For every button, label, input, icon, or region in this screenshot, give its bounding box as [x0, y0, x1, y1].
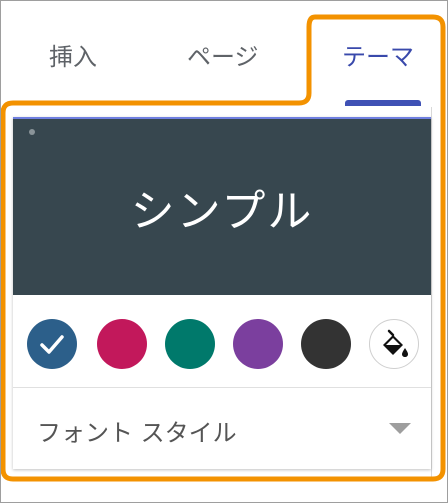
- paint-bucket-icon: [383, 329, 408, 357]
- color-swatch-dark-gray[interactable]: [301, 319, 351, 369]
- color-swatch-purple[interactable]: [233, 319, 283, 369]
- color-swatch-magenta[interactable]: [97, 319, 147, 369]
- theme-preview[interactable]: シンプル: [13, 117, 431, 295]
- tab-theme[interactable]: テーマ: [342, 37, 414, 72]
- checkmark-icon: [40, 335, 64, 354]
- theme-settings-window: 挿入 ページ テーマ シンプル フォント スタイル: [0, 0, 448, 503]
- preview-dot-icon: [29, 129, 35, 135]
- sidebar-divider: [431, 107, 432, 477]
- color-swatch-blue[interactable]: [27, 319, 77, 369]
- font-style-dropdown-label[interactable]: フォント スタイル: [37, 413, 237, 448]
- tab-insert[interactable]: 挿入: [49, 37, 97, 72]
- custom-color-button[interactable]: [369, 319, 419, 369]
- theme-panel: シンプル フォント スタイル: [13, 117, 431, 469]
- selected-tab-indicator: [345, 100, 421, 106]
- dropdown-arrow-icon[interactable]: [389, 423, 411, 434]
- theme-preview-title: シンプル: [130, 186, 314, 237]
- section-divider: [13, 387, 431, 388]
- color-swatch-teal[interactable]: [165, 319, 215, 369]
- tab-page[interactable]: ページ: [187, 37, 259, 72]
